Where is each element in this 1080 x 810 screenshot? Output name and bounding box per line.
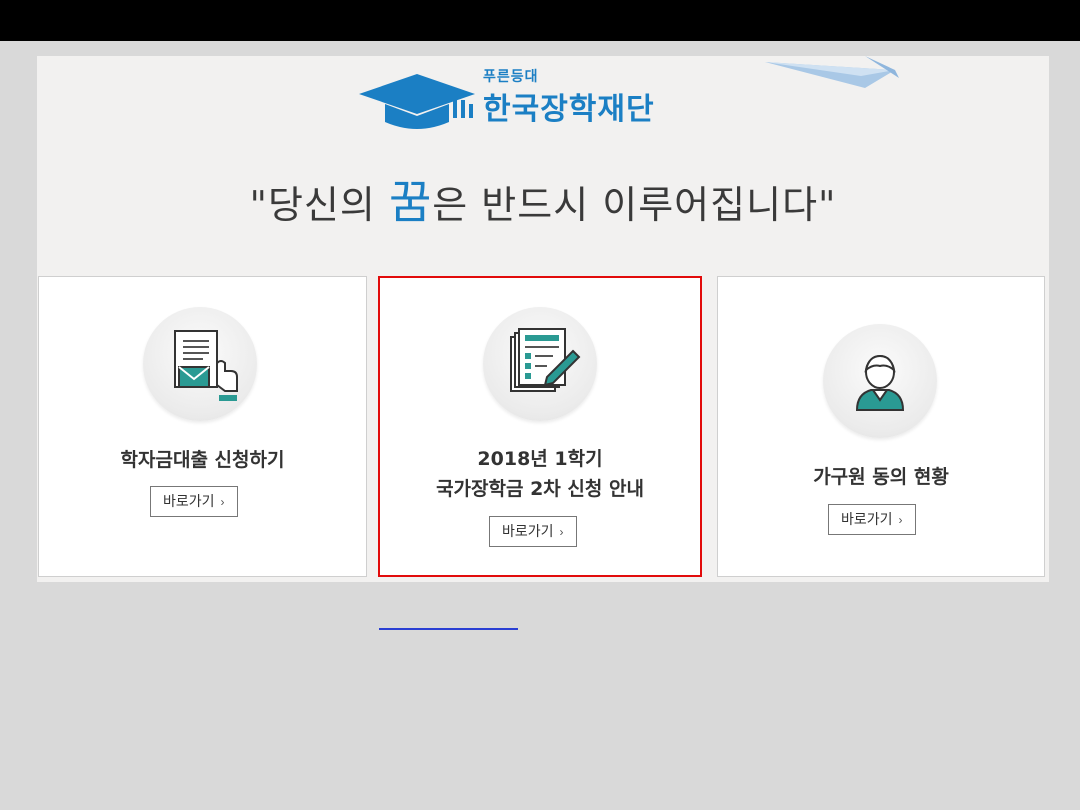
card-title: 2018년 1학기 국가장학금 2차 신청 안내 [436,448,644,500]
person-icon [855,354,905,411]
slogan: "당신의 꿈은 반드시 이루어집니다" [249,175,837,229]
card-icon-circle [143,307,257,421]
slogan-dream: 꿈 [388,175,433,229]
go-button-household-consent[interactable]: 바로가기 › [828,504,916,535]
chevron-right-icon: › [559,525,564,539]
graduation-cap-icon [359,74,475,129]
chevron-right-icon: › [220,495,225,509]
card-icon-circle [483,307,597,421]
chevron-right-icon: › [898,513,903,527]
go-button-national-scholarship[interactable]: 바로가기 › [489,516,577,547]
main-panel: 푸른등대 한국장학재단 "당신의 꿈은 반드시 이루어집니다" 학자금대출 신청… [37,56,1049,582]
document-pen-icon [510,328,581,392]
logo[interactable]: 푸른등대 한국장학재단 [357,64,737,144]
link-underline[interactable] [379,628,518,630]
logo-title: 한국장학재단 [483,92,655,127]
card-title: 학자금대출 신청하기 [120,449,285,471]
card-national-scholarship[interactable]: 2018년 1학기 국가장학금 2차 신청 안내 바로가기 › [378,276,702,577]
paper-plane-icon [765,56,899,88]
top-bar [0,0,1080,41]
card-student-loan[interactable]: 학자금대출 신청하기 바로가기 › [38,276,367,577]
card-icon-circle [823,324,937,438]
card-household-consent[interactable]: 가구원 동의 현황 바로가기 › [717,276,1045,577]
go-button-student-loan[interactable]: 바로가기 › [150,486,238,517]
logo-subtitle: 푸른등대 [483,69,539,85]
card-title: 가구원 동의 현황 [813,466,949,488]
envelope-document-icon [174,330,238,401]
